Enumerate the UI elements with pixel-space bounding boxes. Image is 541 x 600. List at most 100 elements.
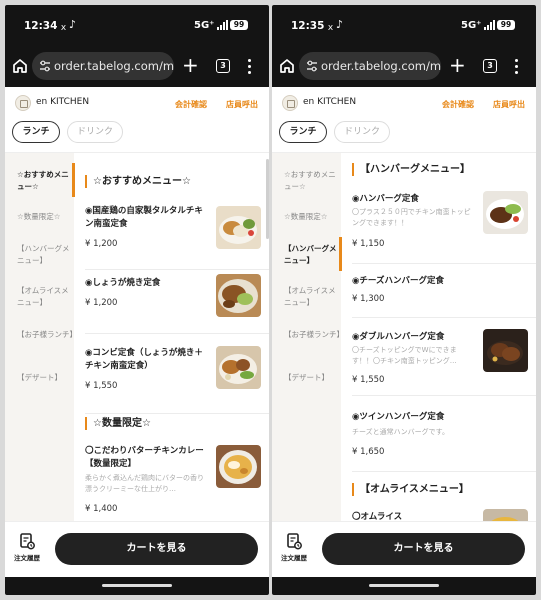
sidebar-item-dessert[interactable]: 【デザート】 (272, 372, 341, 384)
food-photo (216, 445, 261, 488)
menu-item[interactable]: ◉コンビ定食（しょうが焼き＋チキン南蛮定食） ¥ 1,550 (85, 346, 269, 407)
order-history-button[interactable]: 注文履歴 (8, 532, 46, 568)
status-bar: 12:34 ｘ ♪ 5G⁺ 99 (5, 5, 269, 45)
notification-icon: ｘ (59, 23, 69, 33)
section-title: ☆おすすめメニュー☆ (85, 175, 191, 188)
sidebar-item-hamburg[interactable]: 【ハンバーグメニュー】 (5, 243, 74, 267)
view-cart-button[interactable]: カートを見る (322, 533, 525, 565)
food-photo (216, 346, 261, 389)
address-bar[interactable]: order.tabelog.com/menu (299, 52, 441, 80)
item-description: 柔らかく煮込んだ鶏肉にバターの香り漂うクリーミーな仕上がり… (85, 474, 204, 493)
sidebar-item-limited[interactable]: ☆数量限定☆ (5, 211, 74, 223)
check-bill-link[interactable]: 会計確認 (442, 99, 474, 110)
signal-icon (217, 20, 228, 30)
item-name: 〇オムライス (352, 512, 403, 521)
item-price: ¥ 1,550 (85, 381, 118, 391)
menu-item[interactable]: ◉ダブルハンバーグ定食 〇チーズトッピングでWにできます！！〇チキン南蛮トッピン… (352, 329, 536, 387)
sidebar-item-recommended[interactable]: ☆おすすめメニュー☆ (272, 169, 341, 193)
item-name: ◉ハンバーグ定食 (352, 194, 419, 204)
item-name: ◉ダブルハンバーグ定食 (352, 332, 445, 342)
sidebar-item-kids[interactable]: 【お子様ランチ】 (5, 329, 77, 341)
order-history-label: 注文履歴 (281, 554, 307, 562)
menu-content: 【ハンバーグメニュー】 ◉ハンバーグ定食 〇プラス２５０円でチキン南蛮トッピング… (344, 153, 536, 521)
new-tab-button[interactable]: + (449, 54, 466, 76)
sidebar-item-omurice[interactable]: 【オムライスメニュー】 (5, 285, 74, 309)
browser-toolbar: order.tabelog.com/menu + 3 (5, 45, 269, 87)
item-price: ¥ 1,300 (352, 294, 385, 304)
check-bill-link[interactable]: 会計確認 (175, 99, 207, 110)
divider (85, 269, 269, 270)
divider (352, 471, 536, 472)
section-title: 【ハンバーグメニュー】 (352, 163, 470, 176)
menu-item[interactable]: ◉チーズハンバーグ定食 ¥ 1,300 (352, 275, 536, 311)
menu-item[interactable]: ◉国産鶏の自家製タルタルチキン南蛮定食 ¥ 1,200 (85, 205, 269, 263)
menu-item[interactable]: 〇こだわりバターチキンカレー【数量限定】 柔らかく煮込んだ鶏肉にバターの香り漂う… (85, 445, 269, 521)
music-note-icon: ♪ (336, 18, 344, 31)
tab-switcher-button[interactable]: 3 (216, 59, 230, 73)
tab-drink[interactable]: ドリンク (67, 121, 123, 143)
divider (85, 413, 269, 414)
sidebar-item-kids[interactable]: 【お子様ランチ】 (272, 329, 344, 341)
item-name: ◉チーズハンバーグ定食 (352, 276, 444, 286)
battery-icon: 99 (230, 20, 248, 30)
sidebar-active-marker (72, 163, 75, 197)
home-icon[interactable] (278, 57, 296, 75)
music-note-icon: ♪ (69, 18, 77, 31)
sidebar-item-limited[interactable]: ☆数量限定☆ (272, 211, 341, 223)
call-staff-link[interactable]: 店員呼出 (226, 99, 258, 110)
item-name: 〇こだわりバターチキンカレー【数量限定】 (85, 446, 204, 469)
divider (352, 317, 536, 318)
tab-lunch[interactable]: ランチ (12, 121, 60, 143)
shop-name: en KITCHEN (303, 97, 357, 107)
item-description: チーズと通常ハンバーグです。 (352, 428, 449, 436)
tab-drink[interactable]: ドリンク (334, 121, 390, 143)
new-tab-button[interactable]: + (182, 54, 199, 76)
home-gesture-handle[interactable] (369, 584, 439, 587)
system-nav-bar (5, 577, 269, 595)
tab-switcher-button[interactable]: 3 (483, 59, 497, 73)
status-time: 12:34 (24, 20, 58, 32)
signal-icon (484, 20, 495, 30)
order-history-button[interactable]: 注文履歴 (275, 532, 313, 568)
divider (352, 263, 536, 264)
home-icon[interactable] (11, 57, 29, 75)
view-cart-button[interactable]: カートを見る (55, 533, 258, 565)
more-menu-icon[interactable] (248, 59, 252, 75)
address-bar[interactable]: order.tabelog.com/menu (32, 52, 174, 80)
battery-icon: 99 (497, 20, 515, 30)
url-text: order.tabelog.com/menu (321, 59, 441, 73)
food-photo (216, 274, 261, 317)
network-label: 5G⁺ (194, 20, 215, 31)
shop-logo-icon (282, 95, 298, 111)
food-photo (483, 509, 528, 521)
app-header: en KITCHEN 会計確認 店員呼出 (5, 87, 269, 119)
site-settings-icon[interactable] (38, 59, 52, 73)
shop-name: en KITCHEN (36, 97, 90, 107)
food-photo (216, 206, 261, 249)
browser-toolbar: order.tabelog.com/menu + 3 (272, 45, 536, 87)
more-menu-icon[interactable] (515, 59, 519, 75)
sidebar-item-hamburg[interactable]: 【ハンバーグメニュー】 (272, 243, 341, 267)
divider (85, 333, 269, 334)
item-price: ¥ 1,550 (352, 375, 385, 385)
bottom-bar: 注文履歴 カートを見る (5, 521, 269, 577)
section-title: ☆数量限定☆ (85, 417, 151, 430)
menu-item[interactable]: 〇オムライス (352, 509, 536, 521)
item-price: ¥ 1,200 (85, 239, 118, 249)
phone-screen-right: 12:35 ｘ ♪ 5G⁺ 99 order.tabelog.com/menu … (272, 5, 536, 595)
menu-item[interactable]: ◉しょうが焼き定食 ¥ 1,200 (85, 274, 269, 331)
bottom-bar: 注文履歴 カートを見る (272, 521, 536, 577)
sidebar-item-omurice[interactable]: 【オムライスメニュー】 (272, 285, 341, 309)
call-staff-link[interactable]: 店員呼出 (493, 99, 525, 110)
item-description: 〇チーズトッピングでWにできます！！〇チキン南蛮トッピング… (352, 346, 457, 365)
home-gesture-handle[interactable] (102, 584, 172, 587)
sidebar-item-recommended[interactable]: ☆おすすめメニュー☆ (5, 169, 74, 193)
item-name: ◉コンビ定食（しょうが焼き＋チキン南蛮定食） (85, 348, 203, 371)
tab-lunch[interactable]: ランチ (279, 121, 327, 143)
site-settings-icon[interactable] (305, 59, 319, 73)
phone-screen-left: 12:34 ｘ ♪ 5G⁺ 99 order.tabelog.com/menu … (5, 5, 269, 595)
menu-item[interactable]: ◉ハンバーグ定食 〇プラス２５０円でチキン南蛮トッピングできます！！ ¥ 1,1… (352, 191, 536, 257)
menu-item[interactable]: ◉ツインハンバーグ定食 チーズと通常ハンバーグです。 ¥ 1,650 (352, 411, 536, 463)
notification-icon: ｘ (326, 23, 336, 33)
sidebar-item-dessert[interactable]: 【デザート】 (5, 372, 74, 384)
